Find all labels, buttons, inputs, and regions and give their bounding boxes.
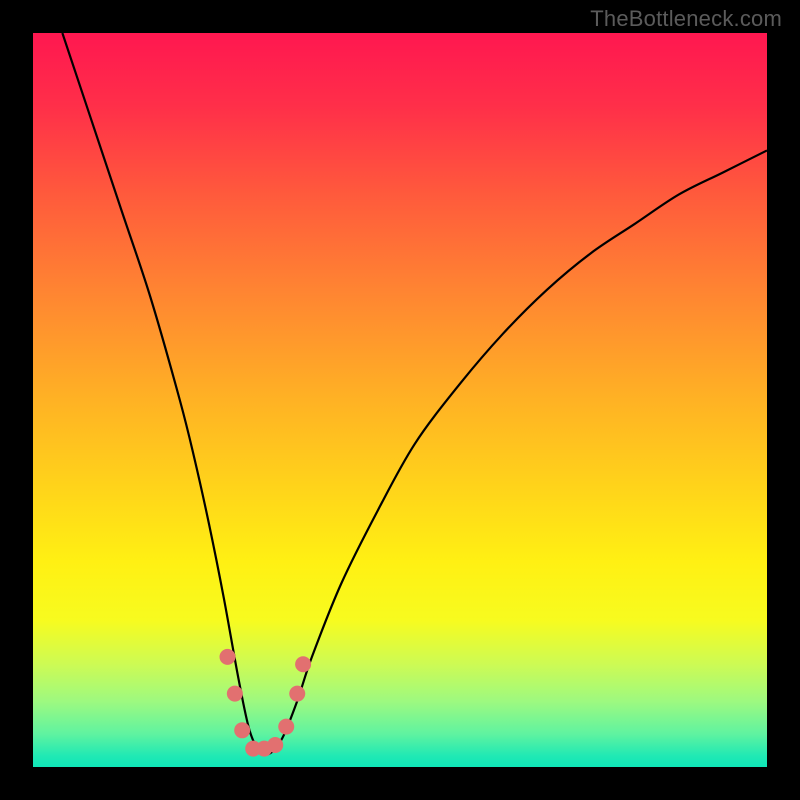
curve-layer bbox=[33, 33, 767, 767]
watermark-text: TheBottleneck.com bbox=[590, 6, 782, 32]
data-marker bbox=[289, 686, 305, 702]
data-marker bbox=[227, 686, 243, 702]
data-marker bbox=[220, 649, 236, 665]
bottleneck-curve bbox=[62, 33, 767, 755]
data-marker bbox=[278, 719, 294, 735]
data-marker bbox=[234, 722, 250, 738]
plot-area bbox=[33, 33, 767, 767]
chart-frame: TheBottleneck.com bbox=[0, 0, 800, 800]
data-marker bbox=[295, 656, 311, 672]
data-marker bbox=[267, 737, 283, 753]
